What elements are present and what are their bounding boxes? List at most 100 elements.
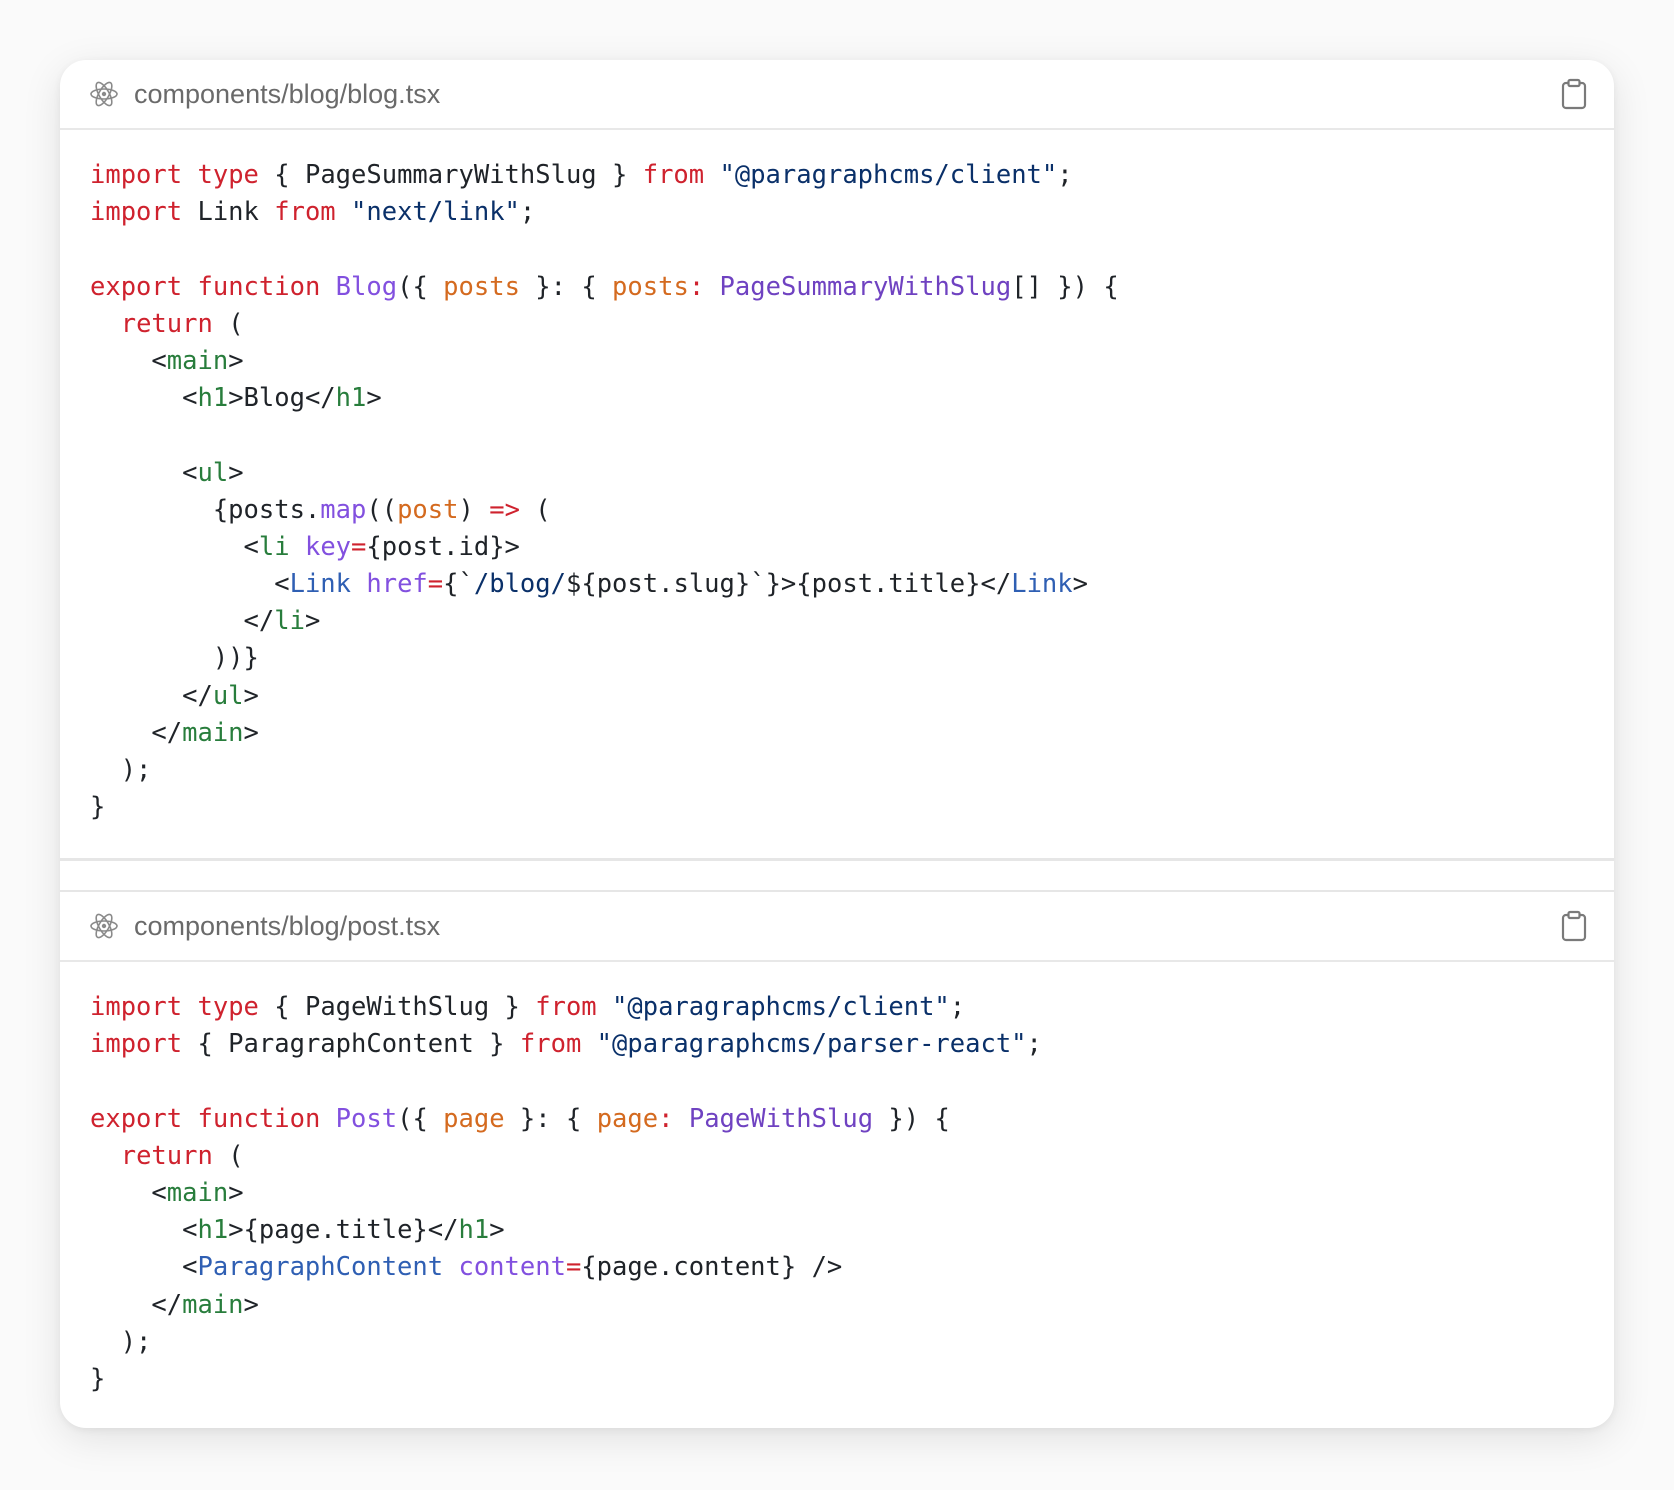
code-token: {posts.: [90, 494, 321, 525]
code-token: </: [90, 717, 183, 748]
code-token: >: [228, 345, 244, 376]
code-token: ul: [197, 457, 229, 488]
code-token: >: [1072, 569, 1088, 600]
code-line: );: [90, 1324, 1614, 1361]
code-line: export function Post({ page }: { page: P…: [90, 1101, 1614, 1138]
code-token: ParagraphContent: [197, 1252, 444, 1283]
code-token: =: [427, 569, 444, 600]
code-file-blog: components/blog/blog.tsx import type { P…: [60, 60, 1614, 858]
code-token: import: [90, 160, 183, 190]
code-token: main: [182, 1289, 244, 1320]
code-line: <Link href={`/blog/${post.slug}`}>{post.…: [90, 566, 1614, 603]
code-token: <: [90, 569, 290, 600]
code-token: =: [351, 531, 367, 562]
code-token: key: [304, 531, 352, 562]
clipboard-icon: [1561, 910, 1587, 942]
code-token: ;: [1026, 1029, 1042, 1060]
code-token: {page.content} />: [581, 1252, 843, 1283]
code-token: li: [258, 531, 290, 562]
code-token: =: [565, 1252, 582, 1283]
code-token: <: [90, 531, 259, 562]
code-token: return: [120, 308, 213, 339]
code-token: ): [458, 494, 490, 525]
code-line: </ul>: [90, 678, 1614, 715]
code-card: components/blog/blog.tsx import type { P…: [60, 60, 1614, 1428]
code-token: :: [688, 271, 705, 302]
code-line: <main>: [90, 1175, 1614, 1212]
code-line: import type { PageSummaryWithSlug } from…: [90, 157, 1614, 194]
code-token: Link: [182, 197, 275, 228]
code-line: <ul>: [90, 455, 1614, 492]
code-line: <main>: [90, 343, 1614, 380]
code-token: type: [197, 160, 259, 190]
code-token: main: [166, 345, 229, 376]
code-token: import: [90, 1029, 183, 1060]
code-line: import { ParagraphContent } from "@parag…: [90, 1026, 1614, 1063]
code-line: }: [90, 1361, 1614, 1398]
code-token: {`: [443, 569, 474, 600]
code-token: { PageSummaryWithSlug }: [258, 160, 643, 190]
code-token: Link: [289, 569, 352, 600]
code-token: =>: [489, 494, 520, 525]
code-token: >: [243, 1289, 259, 1320]
code-line: export function Blog({ posts }: { posts:…: [90, 269, 1614, 306]
code-line: <h1>{page.title}</h1>: [90, 1212, 1614, 1249]
code-token: <: [90, 457, 198, 488]
code-token: ))}: [90, 643, 259, 674]
code-token: ul: [212, 680, 244, 711]
code-token: h1: [197, 383, 229, 414]
code-line: );: [90, 752, 1614, 789]
code-token: from: [535, 992, 597, 1022]
code-token: </: [90, 1289, 183, 1320]
code-token: (: [212, 1140, 244, 1171]
code-token: return: [120, 1140, 213, 1171]
copy-button[interactable]: [1554, 906, 1594, 946]
code-token: { ParagraphContent }: [182, 1029, 520, 1060]
code-token: h1: [197, 1215, 229, 1246]
code-token: ${post.slug}`}>{post.title}</: [566, 569, 1012, 600]
code-token: post: [397, 494, 459, 525]
code-token: export: [90, 271, 183, 302]
code-line: </li>: [90, 603, 1614, 640]
code-token: );: [90, 755, 152, 785]
code-token: "@paragraphcms/client": [719, 160, 1058, 190]
code-token: }) {: [873, 1103, 950, 1134]
code-token: export: [90, 1103, 183, 1134]
code-token: }: [90, 792, 106, 823]
file-separator: [60, 858, 1614, 892]
code-token: >: [243, 680, 259, 711]
code-token: );: [90, 1326, 152, 1357]
code-line: <ParagraphContent content={page.content}…: [90, 1249, 1614, 1286]
code-block: import type { PageSummaryWithSlug } from…: [60, 130, 1614, 826]
code-token: ;: [949, 992, 966, 1022]
code-token: <: [90, 345, 167, 376]
code-token: ;: [1057, 160, 1073, 190]
code-token: "@paragraphcms/parser-react": [596, 1029, 1027, 1060]
code-token: {post.id}>: [366, 531, 520, 562]
code-line: </main>: [90, 1287, 1614, 1324]
code-token: (: [519, 494, 551, 525]
code-token: ;: [519, 197, 536, 228]
code-token: map: [320, 494, 367, 525]
code-token: }: {: [504, 1103, 597, 1134]
code-token: Link: [1011, 569, 1073, 600]
react-atom-icon: [88, 78, 120, 110]
code-token: <: [90, 1177, 167, 1208]
code-token: ((: [366, 494, 398, 525]
file-name: components/blog/blog.tsx: [134, 79, 441, 109]
code-token: Blog: [335, 271, 398, 302]
code-token: Post: [335, 1103, 398, 1134]
code-token: function: [197, 271, 321, 302]
copy-button[interactable]: [1554, 74, 1594, 114]
code-token: >: [228, 1177, 244, 1208]
